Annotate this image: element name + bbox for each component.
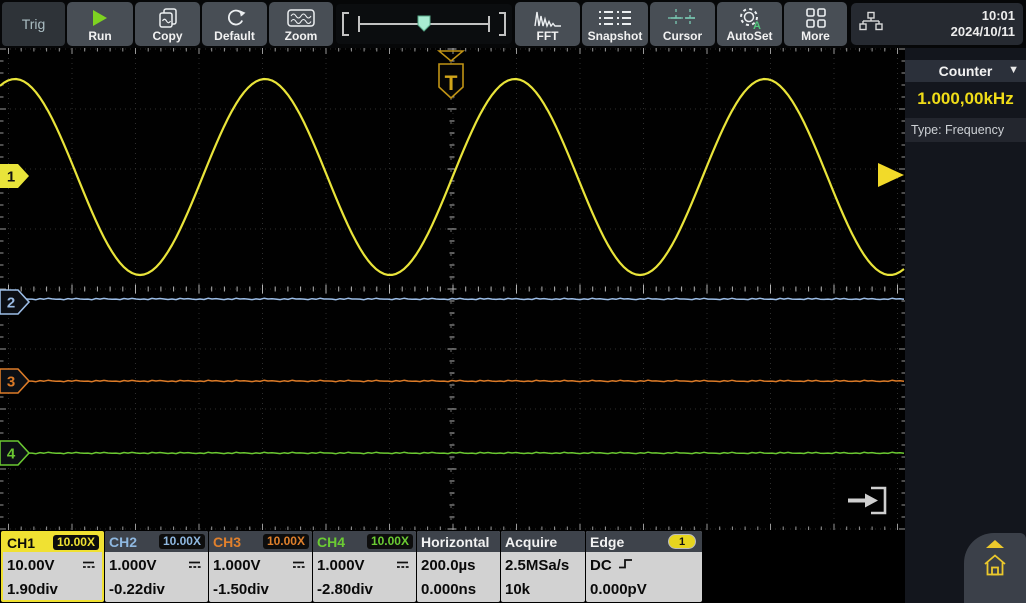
status-bar: CH1 10.00X 10.00V 1.90div CH2 10.00X 1.0: [0, 530, 905, 603]
reset-icon: [224, 5, 246, 30]
horizontal-position-indicator[interactable]: [336, 4, 512, 44]
date-text: 2024/10/11: [950, 24, 1015, 39]
network-icon: [859, 11, 883, 38]
trigger-source-badge: 1: [668, 534, 696, 549]
copy-icon: [157, 5, 179, 30]
ch1-offset: 1.90div: [7, 580, 58, 598]
clock-block[interactable]: 10:01 2024/10/11: [851, 3, 1023, 45]
channel-marker-2[interactable]: 2: [0, 289, 31, 315]
svg-text:A: A: [753, 20, 761, 30]
dc-coupling-icon: [187, 557, 202, 574]
default-button[interactable]: Default: [202, 2, 267, 46]
horizontal-block[interactable]: Horizontal 200.0µs 0.000ns: [417, 531, 500, 602]
cursor-button[interactable]: Cursor: [650, 2, 715, 46]
run-button[interactable]: Run: [67, 2, 133, 46]
counter-value: 1.000,00kHz: [917, 89, 1014, 108]
ch3-volts: 1.000V: [213, 556, 261, 574]
play-icon: [91, 5, 109, 30]
channel-marker-1[interactable]: 1: [0, 164, 29, 188]
quick-menu-tab: [964, 533, 1026, 603]
top-toolbar: Trig Run Copy Default Zoom FFT Snapshot …: [0, 0, 1026, 48]
trigger-coupling: DC: [590, 556, 612, 574]
channel-marker-3[interactable]: 3: [0, 368, 31, 394]
trigger-level-value: 0.000pV: [590, 580, 647, 598]
trigger-level-arrow[interactable]: [878, 163, 904, 187]
acquire-block[interactable]: Acquire 2.5MSa/s 10k: [501, 531, 585, 602]
ch1-volts: 10.00V: [7, 556, 55, 574]
memory-depth-value: 10k: [505, 580, 531, 598]
timebase-value: 200.0µs: [421, 556, 476, 574]
counter-dropdown[interactable]: Counter ▼: [905, 60, 1026, 82]
trigger-position-marker: [417, 15, 431, 32]
ch2-probe-badge: 10.00X: [158, 534, 205, 549]
trace-ch3: [0, 379, 905, 383]
ch4-probe-badge: 10.00X: [366, 534, 413, 549]
channel-marker-4[interactable]: 4: [0, 440, 31, 466]
ch4-volts: 1.000V: [317, 556, 365, 574]
time-text: 10:01: [981, 8, 1015, 23]
ch3-probe-badge: 10.00X: [262, 534, 309, 549]
trigger-flag-label: T: [445, 72, 458, 95]
trig-label: Trig: [21, 16, 46, 32]
trigger-title: Edge: [590, 533, 625, 550]
datetime: 10:01 2024/10/11: [951, 8, 1015, 40]
trigger-block[interactable]: Edge 1 DC 0.000pV: [586, 531, 702, 602]
rising-edge-icon: [617, 556, 634, 574]
right-outer-bracket: [499, 12, 506, 36]
dc-coupling-icon: [395, 557, 410, 574]
fft-spectrum-icon: [533, 5, 563, 30]
snapshot-list-icon: [598, 5, 632, 30]
svg-text:4: 4: [7, 446, 16, 463]
zoom-button[interactable]: Zoom: [269, 2, 333, 46]
left-outer-bracket: [342, 12, 349, 36]
trace-ch4: [0, 451, 905, 455]
ch4-offset: -2.80div: [317, 580, 373, 598]
snapshot-button[interactable]: Snapshot: [582, 2, 648, 46]
trigger-flag-arrow[interactable]: [436, 50, 466, 62]
acquire-title: Acquire: [505, 533, 558, 550]
trig-button[interactable]: Trig: [2, 2, 65, 46]
right-panel: Counter ▼ 1.000,00kHz Type: Frequency: [905, 48, 1026, 603]
delay-value: 0.000ns: [421, 580, 477, 598]
dc-coupling-icon: [291, 557, 306, 574]
oscilloscope-screen: Trig Run Copy Default Zoom FFT Snapshot …: [0, 0, 1026, 603]
sample-rate-value: 2.5MSa/s: [505, 556, 570, 574]
svg-text:3: 3: [7, 374, 15, 391]
home-icon[interactable]: [982, 552, 1008, 578]
ch1-label: CH1: [7, 534, 36, 551]
svg-text:1: 1: [7, 169, 15, 186]
chevron-up-icon[interactable]: [986, 540, 1004, 548]
more-button[interactable]: More: [784, 2, 847, 46]
ch4-block[interactable]: CH4 10.00X 1.000V -2.80div: [313, 531, 416, 602]
ch4-label: CH4: [317, 533, 346, 550]
ch3-block[interactable]: CH3 10.00X 1.000V -1.50div: [209, 531, 312, 602]
chevron-down-icon: ▼: [1008, 64, 1019, 76]
copy-button[interactable]: Copy: [135, 2, 200, 46]
fft-button[interactable]: FFT: [515, 2, 580, 46]
ch1-block[interactable]: CH1 10.00X 10.00V 1.90div: [1, 531, 104, 602]
ch2-block[interactable]: CH2 10.00X 1.000V -0.22div: [105, 531, 208, 602]
zoom-wave-icon: [286, 5, 316, 30]
ch3-label: CH3: [213, 533, 242, 550]
autoset-button[interactable]: A AutoSet: [717, 2, 782, 46]
horizontal-title: Horizontal: [421, 533, 490, 550]
expand-window-icon[interactable]: [843, 484, 893, 518]
counter-title: Counter: [938, 63, 993, 79]
ch1-probe-badge: 10.00X: [52, 535, 99, 550]
svg-text:2: 2: [7, 295, 15, 312]
ch2-offset: -0.22div: [109, 580, 165, 598]
more-grid-icon: [805, 5, 827, 30]
ch2-label: CH2: [109, 533, 138, 550]
ch3-offset: -1.50div: [213, 580, 269, 598]
ch2-volts: 1.000V: [109, 556, 157, 574]
waveform-display: 1 2 3 4 T: [0, 48, 905, 530]
trace-ch2: [0, 297, 905, 301]
dc-coupling-icon: [81, 557, 96, 574]
autoset-gear-icon: A: [737, 5, 763, 30]
counter-type-label: Type: Frequency: [905, 118, 1026, 142]
cursor-crosshair-icon: [666, 5, 700, 30]
